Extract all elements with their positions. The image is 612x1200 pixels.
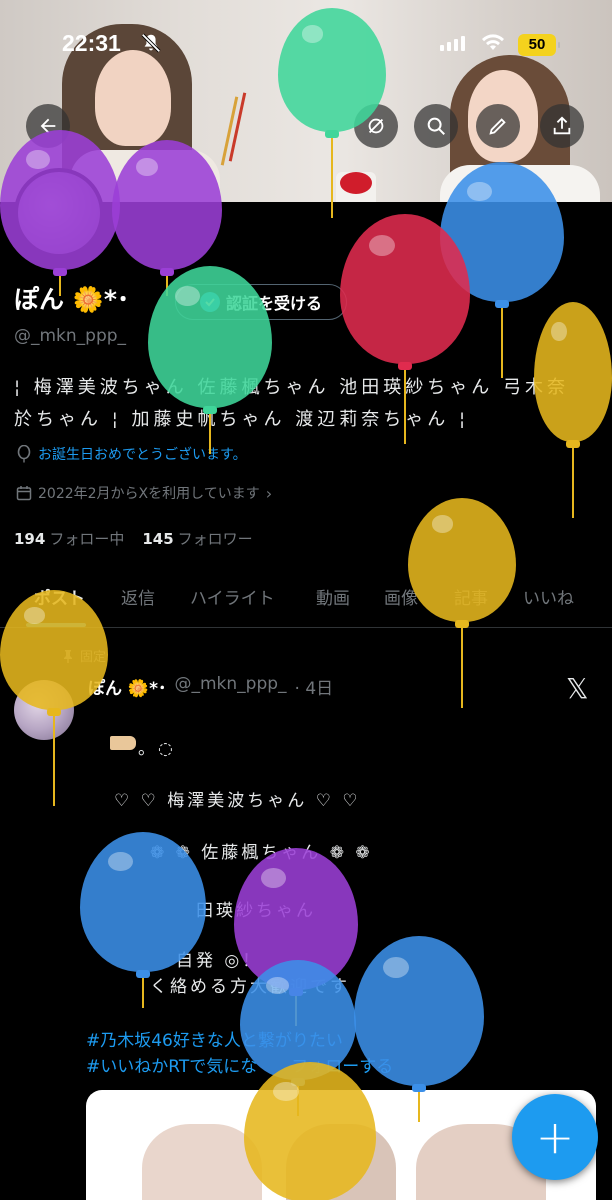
verified-check-icon [199,292,220,312]
birthday-text: お誕生日おめでとうございます。 [38,447,247,463]
search-button[interactable] [414,104,458,148]
tab-highlights[interactable]: ハイライト [190,584,275,609]
followers-link[interactable]: 145 フォロワー [142,528,252,549]
share-icon [553,116,571,135]
status-time: 22:31 [62,30,121,56]
battery-icon: 50 [518,34,560,56]
media-photo-person [142,1124,262,1200]
pinned-label: 固定 [80,650,107,665]
tab-posts[interactable]: ポスト [34,584,85,609]
compose-button[interactable]: + [512,1094,598,1180]
pin-icon [64,649,72,663]
tweet-line: ❁ ❁ 佐藤楓ちゃん ❁ ❁ [150,843,373,863]
profile-tabs: ポスト 返信 ハイライト 動画 画像 記事 いいね [0,572,612,628]
tweet-time: · 4日 [294,679,334,699]
following-count: 194 [14,530,46,548]
followers-count: 145 [142,530,174,548]
banner-person-left-face [95,50,171,146]
share-button[interactable] [540,104,584,148]
balloon-icon [17,445,31,463]
back-arrow-icon [40,118,56,134]
following-label: フォロー中 [49,530,125,548]
back-button[interactable] [26,104,70,148]
bio-line: 於ちゃん ¦ 加藤史帆ちゃん 渡辺莉奈ちゃん ¦ [14,409,470,430]
balloon-decoration [234,848,358,1030]
verify-button[interactable]: 認証を受ける [175,284,347,320]
tweet-line: 自発 ◎！ [176,951,263,971]
search-icon [427,117,445,135]
follow-stats: 194 フォロー中 145 フォロワー [14,528,253,549]
tweet-author-handle: @_mkn_ppp_ [174,674,287,694]
profile-handle: @_mkn_ppp_ [14,326,127,346]
followers-label: フォロワー [177,530,253,548]
profile-bio: ¦ 梅澤美波ちゃん 佐藤楓ちゃん 池田瑛紗ちゃん 弓木奈 於ちゃん ¦ 加藤史帆… [14,372,604,436]
chevron-right-icon: › [265,483,273,503]
following-link[interactable]: 194 フォロー中 [14,528,124,549]
tab-replies[interactable]: 返信 [121,584,155,609]
tweet-line: 田瑛紗ちゃん [196,901,316,921]
hashtag-link[interactable]: #いいねかRTで気にな フォローする [86,1052,393,1077]
banner-person-right-body [440,165,600,202]
hashtag-link[interactable]: #乃木坂46好きな人と繋がりたい [86,1026,343,1051]
joined-text: 2022年2月からXを利用しています [38,486,260,502]
tab-likes[interactable]: いいね [523,584,574,609]
calendar-icon [16,486,32,501]
signal-icon [440,36,465,51]
media-photo-person [286,1124,396,1200]
joined-row[interactable]: 2022年2月からXを利用しています › [16,483,272,503]
tweet-author-name[interactable]: ぽん 🌼*･ [88,674,166,699]
active-tab-indicator [26,623,86,627]
tab-articles[interactable]: 記事 [454,584,488,609]
edit-button[interactable] [476,104,520,148]
bell-slash-icon [141,33,161,53]
edit-icon [489,118,506,135]
wifi-icon [482,34,504,50]
tweet-header: ぽん 🌼*･ @_mkn_ppp_ · 4日 [88,674,333,699]
tab-images[interactable]: 画像 [384,584,418,609]
tag-emoji-icon [110,736,136,750]
tweet-line: ♡ ♡ 梅澤美波ちゃん ♡ ♡ [114,791,361,811]
avatar[interactable] [14,168,104,258]
profile-name: ぽん 🌼*･ [14,285,130,314]
pinned-indicator: 固定 [62,646,106,665]
tab-videos[interactable]: 動画 [316,584,350,609]
birthday-row: お誕生日おめでとうございます。 [16,444,247,464]
tweet-line: 。◌ [138,739,176,759]
tweet-line: く絡める方大歓迎です [150,977,350,997]
banner-strawberry [340,172,372,194]
plus-icon: + [535,1110,575,1164]
bio-line: ¦ 梅澤美波ちゃん 佐藤楓ちゃん 池田瑛紗ちゃん 弓木奈 [14,377,569,398]
tweet-avatar[interactable] [14,680,74,740]
hide-icon [368,118,384,134]
x-logo-icon[interactable]: 𝕏 [566,672,589,705]
hide-button[interactable] [354,104,398,148]
verify-button-label: 認証を受ける [225,294,322,313]
